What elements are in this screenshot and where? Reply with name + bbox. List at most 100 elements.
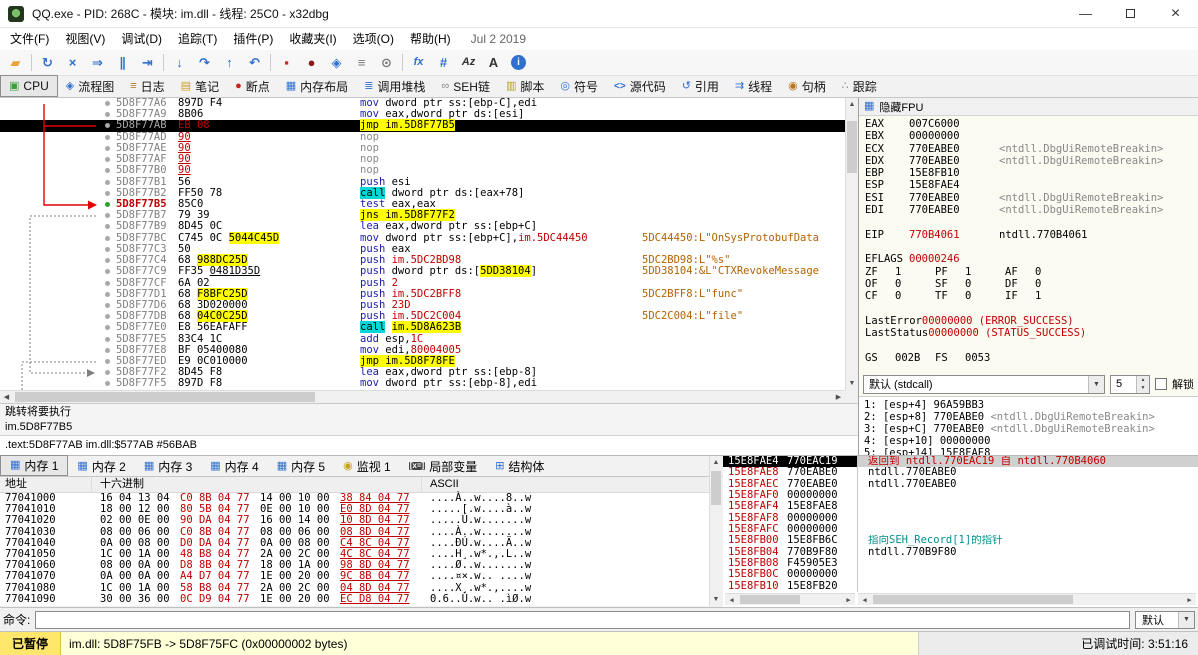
scroll-track[interactable]: [846, 111, 858, 377]
breakpoint-dot[interactable]: [100, 289, 116, 300]
tab-dump-4[interactable]: ▦ 内存 4: [201, 456, 267, 476]
favourite-functions-icon[interactable]: fx: [406, 52, 431, 74]
argument-row[interactable]: 3: [esp+C] 770EABE0 <ntdll.DbgUiRemoteBr…: [859, 423, 1198, 435]
calling-convention-select[interactable]: 默认 (stdcall) ▼: [863, 374, 1105, 394]
settings-icon[interactable]: ⊙: [374, 52, 399, 74]
disasm-row[interactable]: 5D8F77F5 897D F8 mov dword ptr ss:[ebp-8],…: [0, 378, 845, 389]
breakpoint-dot[interactable]: [100, 378, 116, 389]
pause-icon[interactable]: ∥: [110, 52, 135, 74]
breakpoint-dot[interactable]: [100, 120, 116, 131]
breakpoint-dot[interactable]: [100, 367, 116, 378]
graph-icon[interactable]: ◈: [324, 52, 349, 74]
scroll-track[interactable]: [13, 391, 832, 403]
minimize-button[interactable]: —: [1063, 0, 1108, 27]
step-into-icon[interactable]: ↓: [167, 52, 192, 74]
breakpoint-dot[interactable]: [100, 300, 116, 311]
tab-threads[interactable]: ⇉ 线程: [727, 76, 780, 97]
scroll-down-arrow[interactable]: ▼: [846, 377, 858, 390]
tab-dump-5[interactable]: ▦ 内存 5: [268, 456, 334, 476]
scroll-right-arrow[interactable]: ▶: [832, 391, 845, 403]
scroll-thumb[interactable]: [15, 392, 315, 402]
disasm-row[interactable]: 5D8F77AB EB 08 jmp im.5D8F77B5: [0, 119, 845, 132]
patches-icon[interactable]: ▪: [274, 52, 299, 74]
flags-row[interactable]: CF 0 TF 0 IF 1: [859, 290, 1198, 302]
flags-row[interactable]: ZF 1 PF 1 AF 0: [859, 266, 1198, 278]
command-profile-select[interactable]: 默认 ▼: [1135, 610, 1195, 629]
tab-log[interactable]: ≡ 日志: [122, 76, 172, 97]
breakpoint-dot[interactable]: [100, 154, 116, 165]
breakpoint-dot[interactable]: [100, 244, 116, 255]
breakpoint-dot[interactable]: [100, 132, 116, 143]
flags-row[interactable]: GS 002B FS 0053: [859, 352, 1198, 364]
register-row[interactable]: EDI 770EABE0 <ntdll.DbgUiRemoteBreakin>: [859, 204, 1198, 216]
tab-handles[interactable]: ◉ 句柄: [780, 76, 834, 97]
stack-row[interactable]: 15E8FB0C 00000000: [723, 568, 1198, 581]
tab-references[interactable]: ↺ 引用: [674, 76, 727, 97]
register-row[interactable]: LastStatus00000000 (STATUS_SUCCESS): [859, 327, 1198, 339]
register-row[interactable]: EFLAGS 00000246: [859, 253, 1198, 265]
scroll-left-arrow[interactable]: ◀: [725, 594, 738, 605]
tab-dump-1[interactable]: ▦ 内存 1: [0, 455, 69, 476]
stack-hscrollbar[interactable]: ◀ ▶: [725, 593, 855, 605]
step-back-icon[interactable]: ↶: [242, 52, 267, 74]
menu-item[interactable]: 选项(O): [345, 28, 402, 50]
breakpoint-dot[interactable]: [100, 210, 116, 221]
strings-icon[interactable]: Az: [456, 52, 481, 74]
menu-item[interactable]: 追踪(T): [170, 28, 225, 50]
close-button[interactable]: ×: [1153, 0, 1198, 27]
breakpoint-dot[interactable]: [100, 199, 116, 210]
scroll-down-arrow[interactable]: ▼: [710, 593, 722, 606]
scroll-thumb[interactable]: [873, 595, 1073, 604]
tab-struct[interactable]: ⊞ 结构体: [486, 456, 553, 476]
tab-watch-1[interactable]: ◉ 监视 1: [334, 456, 400, 476]
tab-script[interactable]: ▥ 脚本: [498, 76, 552, 97]
tab-seh[interactable]: ∞ SEH链: [433, 76, 498, 97]
tab-locals[interactable]: [x=] 局部变量: [400, 456, 486, 476]
step-over-icon[interactable]: ↷: [192, 52, 217, 74]
register-row[interactable]: ECX 770EABE0 <ntdll.DbgUiRemoteBreakin>: [859, 143, 1198, 155]
open-file-icon[interactable]: ▰: [3, 52, 28, 74]
disassembly-hscrollbar[interactable]: ◀ ▶: [0, 390, 845, 403]
dump-row[interactable]: 77041090 30 00 36 00 0C D9 04 77 1E 00 20 0…: [0, 593, 709, 605]
run-icon[interactable]: ⇒: [85, 52, 110, 74]
spinner-down-icon[interactable]: ▼: [1137, 384, 1149, 393]
breakpoint-dot[interactable]: [100, 165, 116, 176]
execute-till-return-icon[interactable]: ↑: [217, 52, 242, 74]
register-row[interactable]: EIP 770B4061 ntdll.770B4061: [859, 229, 1198, 241]
disasm-row[interactable]: 5D8F77B0 90 nop: [0, 165, 845, 176]
scroll-up-arrow[interactable]: ▲: [846, 98, 858, 111]
scroll-thumb[interactable]: [847, 121, 857, 173]
breakpoint-dot[interactable]: [100, 345, 116, 356]
argument-row[interactable]: 1: [esp+4] 96A59BB3: [859, 399, 1198, 411]
register-row[interactable]: LastError00000000 (ERROR_SUCCESS): [859, 315, 1198, 327]
scroll-thumb[interactable]: [740, 595, 800, 604]
stack-comment-hscrollbar[interactable]: ◀ ▶: [858, 593, 1196, 605]
breakpoint-dot[interactable]: [100, 334, 116, 345]
breakpoint-dot[interactable]: [100, 221, 116, 232]
scroll-left-arrow[interactable]: ◀: [0, 391, 13, 403]
hide-fpu-button[interactable]: 隐藏FPU: [879, 99, 923, 115]
argument-count-spinner[interactable]: 5 ▲ ▼: [1110, 374, 1150, 394]
dump-row[interactable]: 77041070 0A 00 0A 00 A4 D7 04 77 1E 00 20 0…: [0, 571, 709, 583]
register-row[interactable]: ESP 15E8FAE4: [859, 179, 1198, 191]
stack-row[interactable]: 15E8FB00 15E8FB6C 指向SEH_Record[1]的指针: [723, 534, 1198, 547]
tab-symbols[interactable]: ◎ 符号: [552, 76, 606, 97]
tab-dump-2[interactable]: ▦ 内存 2: [68, 456, 134, 476]
tab-call-stack[interactable]: ≣ 调用堆栈: [356, 76, 433, 97]
breakpoint-dot[interactable]: [100, 109, 116, 120]
unlock-checkbox[interactable]: [1155, 378, 1167, 390]
command-input[interactable]: [35, 610, 1130, 629]
breakpoint-dot[interactable]: [100, 255, 116, 266]
breakpoint-dot[interactable]: [100, 188, 116, 199]
tab-memory-map[interactable]: ▦ 内存布局: [278, 76, 356, 97]
scroll-right-arrow[interactable]: ▶: [842, 594, 855, 605]
restart-icon[interactable]: ↻: [35, 52, 60, 74]
run-to-user-code-icon[interactable]: ⇥: [135, 52, 160, 74]
breakpoint-dot[interactable]: [100, 311, 116, 322]
scroll-up-arrow[interactable]: ▲: [710, 456, 722, 469]
scroll-thumb[interactable]: [711, 471, 721, 505]
flags-row[interactable]: OF 0 SF 0 DF 0: [859, 278, 1198, 290]
breakpoint-dot[interactable]: [100, 266, 116, 277]
maximize-button[interactable]: [1108, 0, 1153, 27]
tab-dump-3[interactable]: ▦ 内存 3: [135, 456, 201, 476]
